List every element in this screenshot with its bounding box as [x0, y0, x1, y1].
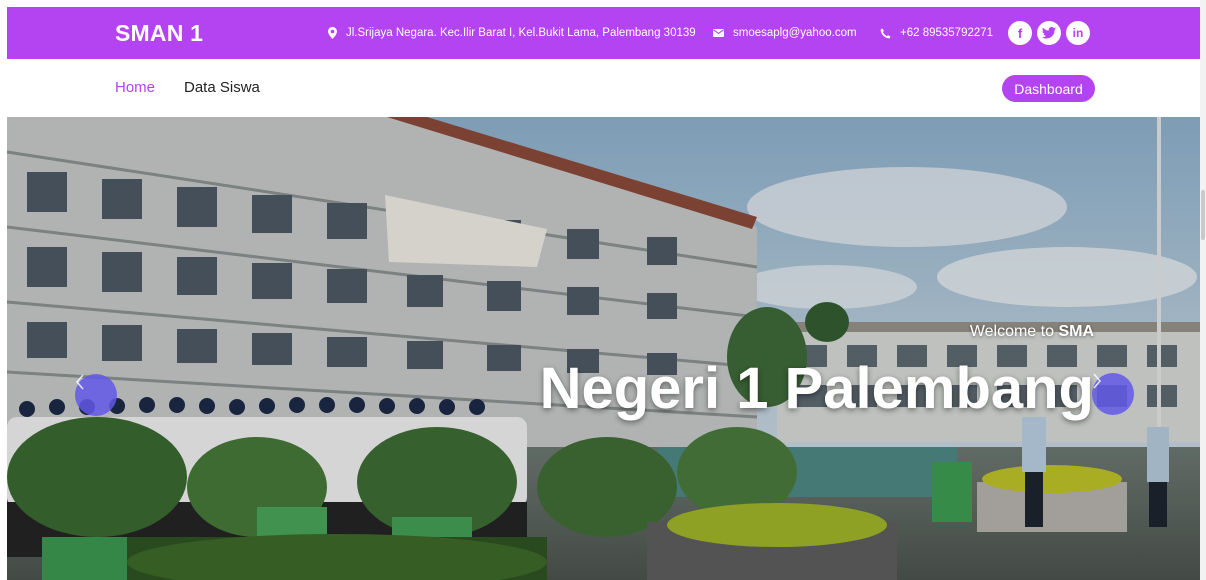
- carousel-prev-button[interactable]: [75, 374, 117, 416]
- email-info: smoesaplg@yahoo.com: [713, 7, 857, 59]
- dashboard-button[interactable]: Dashboard: [1002, 75, 1095, 102]
- school-campus-photo: [7, 117, 1200, 580]
- hero-welcome-text: Welcome to SMA: [970, 323, 1094, 341]
- location-pin-icon: [328, 27, 337, 39]
- nav-home-link[interactable]: Home: [115, 79, 155, 96]
- scrollbar-thumb[interactable]: [1201, 190, 1205, 240]
- address-info: Jl.Srijaya Negara. Kec.Ilir Barat I, Kel…: [328, 7, 696, 59]
- linkedin-icon[interactable]: in: [1066, 21, 1090, 45]
- page-left-edge: [0, 0, 7, 580]
- top-info-bar: SMAN 1 Jl.Srijaya Negara. Kec.Ilir Barat…: [7, 7, 1200, 59]
- hero-carousel: Welcome to SMA Negeri 1 Palembang: [7, 117, 1200, 580]
- hero-welcome-prefix: Welcome to: [969, 323, 1059, 340]
- email-text[interactable]: smoesaplg@yahoo.com: [733, 27, 857, 39]
- hero-welcome-bold: SMA: [1058, 323, 1094, 340]
- address-text: Jl.Srijaya Negara. Kec.Ilir Barat I, Kel…: [346, 27, 696, 39]
- nav-data-siswa-link[interactable]: Data Siswa: [184, 79, 260, 96]
- phone-text: +62 89535792271: [900, 27, 994, 39]
- site-brand[interactable]: SMAN 1: [115, 20, 203, 47]
- hero-headline: Negeri 1 Palembang: [539, 356, 1094, 421]
- phone-icon: [880, 28, 891, 39]
- page-scrollbar[interactable]: [1200, 0, 1206, 580]
- main-navigation: Home Data Siswa Dashboard: [7, 59, 1200, 117]
- facebook-icon[interactable]: f: [1008, 21, 1032, 45]
- envelope-icon: [713, 29, 724, 37]
- twitter-icon[interactable]: [1037, 21, 1061, 45]
- carousel-next-button[interactable]: [1092, 373, 1134, 415]
- phone-info: +62 89535792271: [880, 7, 993, 59]
- social-links: f in: [1008, 21, 1090, 45]
